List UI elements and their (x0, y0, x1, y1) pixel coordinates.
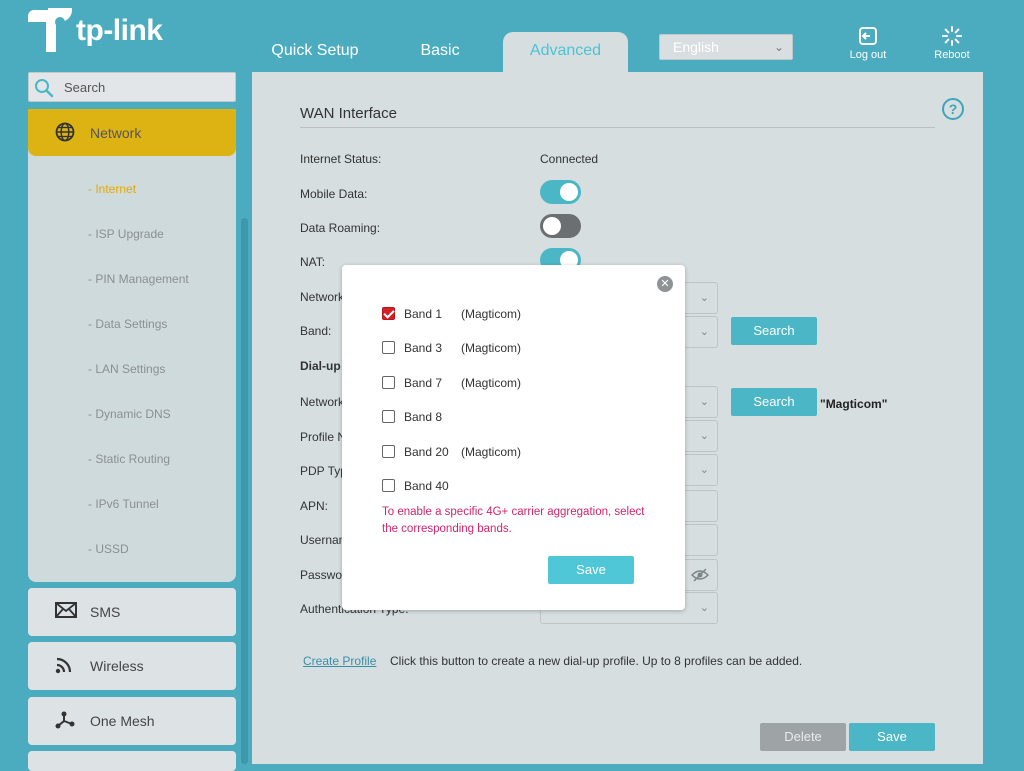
band-operator: (Magticom) (461, 307, 522, 321)
band-3-checkbox[interactable] (382, 341, 395, 354)
save-button[interactable]: Save (849, 723, 935, 751)
sidebar-item-dynamic-dns[interactable]: - Dynamic DNS (88, 407, 171, 421)
close-icon[interactable]: ✕ (657, 276, 673, 292)
language-value: English (673, 39, 719, 55)
band-7-checkbox[interactable] (382, 376, 395, 389)
delete-button[interactable]: Delete (760, 723, 846, 751)
sidebar-item-isp-upgrade[interactable]: - ISP Upgrade (88, 227, 164, 241)
band-name: Band 7 (404, 376, 443, 390)
sidebar-item-ussd[interactable]: - USSD (88, 542, 129, 556)
envelope-icon (55, 602, 77, 618)
pdp-type-label: PDP Typ (300, 464, 347, 478)
band-operator: (Magticom) (461, 341, 522, 355)
chevron-down-icon: ⌄ (699, 326, 709, 338)
carrier-aggregation-note: To enable a specific 4G+ carrier aggrega… (382, 506, 645, 535)
chevron-down-icon: ⌄ (773, 40, 784, 54)
tp-link-logo: tp-link (26, 8, 163, 54)
sidebar-item-wireless-label: Wireless (90, 658, 144, 674)
internet-status-label: Internet Status: (300, 152, 382, 166)
wifi-icon (55, 657, 72, 674)
create-profile-link[interactable]: Create Profile (303, 654, 376, 668)
sidebar-item-wireless[interactable]: Wireless (28, 642, 236, 690)
chevron-down-icon: ⌄ (699, 464, 709, 476)
band-operator: (Magticom) (461, 445, 522, 459)
data-roaming-label: Data Roaming: (300, 221, 381, 235)
apn-label: APN: (300, 499, 329, 513)
sidebar-item-one-mesh[interactable]: One Mesh (28, 697, 236, 745)
sidebar-item-sms-label: SMS (90, 604, 121, 620)
chevron-down-icon: ⌄ (699, 602, 709, 614)
band-name: Band 20 (404, 445, 449, 459)
chevron-down-icon: ⌄ (699, 292, 709, 304)
dialup-section-label: Dial-up (300, 359, 341, 373)
network-operator-label: Network (300, 395, 345, 409)
brand-name: tp-link (76, 14, 163, 47)
mesh-icon (55, 711, 75, 729)
sidebar-item-lan-settings[interactable]: - LAN Settings (88, 362, 165, 376)
network-mode-label: Network (300, 290, 345, 304)
tab-basic[interactable]: Basic (404, 32, 476, 72)
mobile-data-toggle[interactable] (540, 180, 581, 204)
eye-off-icon[interactable] (691, 568, 709, 582)
create-profile-note: Click this button to create a new dial-u… (390, 654, 803, 668)
language-select[interactable]: English ⌄ (659, 34, 793, 60)
network-operator-name: "Magticom" (820, 397, 888, 411)
profile-name-label: Profile N (300, 430, 347, 444)
band-name: Band 1 (404, 307, 443, 321)
sidebar-item-network[interactable]: Network (28, 109, 236, 156)
svg-text:?: ? (949, 101, 958, 117)
logout-button[interactable]: Log out (846, 26, 890, 61)
sidebar-item-static-routing[interactable]: - Static Routing (88, 452, 170, 466)
section-title: WAN Interface (300, 105, 397, 122)
band-selection-dialog: ✕ Band 1 (Magticom) Band 3 (Magticom) Ba… (342, 265, 685, 610)
sidebar-item-one-mesh-label: One Mesh (90, 713, 155, 729)
band-search-button[interactable]: Search (731, 317, 817, 345)
modal-save-button[interactable]: Save (548, 556, 634, 584)
band-1-checkbox[interactable] (382, 307, 395, 320)
password-label: Passwor (300, 568, 347, 582)
sidebar-item-pin-management[interactable]: - PIN Management (88, 272, 189, 286)
reboot-icon (942, 26, 962, 46)
sidebar-item-ipv6-tunnel[interactable]: - IPv6 Tunnel (88, 497, 159, 511)
band-label: Band: (300, 324, 332, 338)
band-20-checkbox[interactable] (382, 445, 395, 458)
network-search-button[interactable]: Search (731, 388, 817, 416)
globe-icon (55, 122, 75, 142)
sidebar-search[interactable] (28, 72, 236, 102)
sidebar-item-more[interactable] (28, 751, 236, 771)
reboot-button[interactable]: Reboot (930, 26, 974, 61)
tab-advanced[interactable]: Advanced (503, 32, 628, 72)
mobile-data-label: Mobile Data: (300, 187, 368, 201)
search-icon (35, 79, 54, 98)
sidebar-network-group: Network - Internet - ISP Upgrade - PIN M… (28, 109, 236, 582)
band-name: Band 40 (404, 479, 449, 493)
data-roaming-toggle[interactable] (540, 214, 581, 238)
band-name: Band 3 (404, 341, 443, 355)
chevron-down-icon: ⌄ (699, 430, 709, 442)
band-name: Band 8 (404, 410, 443, 424)
chevron-down-icon: ⌄ (699, 396, 709, 408)
search-input[interactable] (62, 77, 232, 97)
section-divider (300, 127, 935, 128)
sidebar-scrollbar[interactable] (241, 218, 248, 764)
band-operator: (Magticom) (461, 376, 522, 390)
logout-icon (859, 27, 877, 45)
band-8-checkbox[interactable] (382, 410, 395, 423)
sidebar-item-data-settings[interactable]: - Data Settings (88, 317, 167, 331)
reboot-label: Reboot (934, 49, 970, 61)
nat-label: NAT: (300, 255, 326, 269)
sidebar-item-network-label: Network (90, 125, 142, 141)
sidebar-item-internet[interactable]: - Internet (88, 182, 136, 196)
sidebar-item-sms[interactable]: SMS (28, 588, 236, 636)
band-40-checkbox[interactable] (382, 479, 395, 492)
logout-label: Log out (849, 49, 887, 61)
help-icon[interactable]: ? (941, 97, 965, 121)
tp-link-logo-icon (28, 8, 72, 52)
internet-status-value: Connected (540, 152, 599, 166)
tab-quick-setup[interactable]: Quick Setup (264, 32, 366, 72)
